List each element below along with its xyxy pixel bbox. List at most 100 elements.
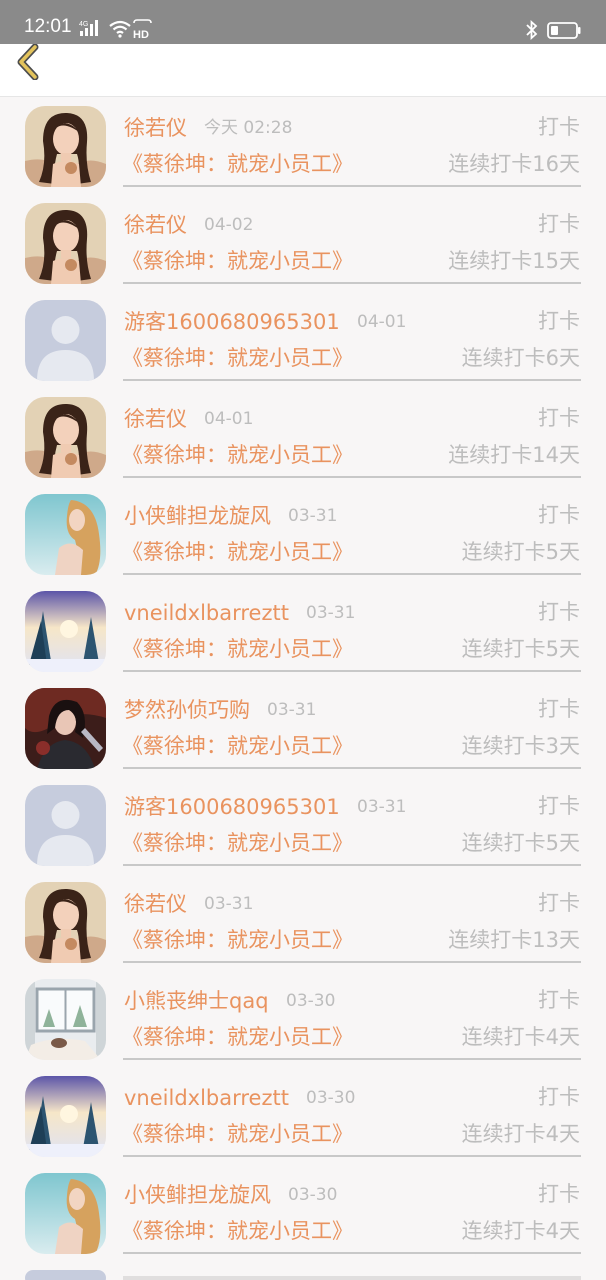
- checkin-date: 03-30: [286, 991, 336, 1011]
- checkin-action-label: 打卡: [538, 406, 580, 430]
- status-time: 12:01: [24, 16, 72, 37]
- avatar[interactable]: [25, 882, 106, 963]
- book-title[interactable]: 《蔡徐坤：就宠小员工》: [122, 926, 353, 954]
- list-item[interactable]: vneildxlbarreztt 03-31 打卡 《蔡徐坤：就宠小员工》 连续…: [0, 583, 606, 680]
- user-name[interactable]: 徐若仪: [124, 114, 187, 142]
- status-bar: 12:01 4G HD: [0, 0, 606, 44]
- user-name[interactable]: 徐若仪: [124, 211, 187, 239]
- back-button[interactable]: [13, 43, 51, 81]
- avatar[interactable]: [25, 397, 106, 478]
- user-name[interactable]: 徐若仪: [124, 405, 187, 433]
- list-item[interactable]: 梦然孙侦巧购 03-31 打卡 《蔡徐坤：就宠小员工》 连续打卡3天: [0, 680, 606, 777]
- checkin-date: 03-31: [204, 894, 254, 914]
- book-title[interactable]: 《蔡徐坤：就宠小员工》: [122, 1023, 353, 1051]
- user-name[interactable]: 游客1600680965301: [124, 308, 340, 336]
- divider: [123, 282, 581, 284]
- list-item-partial: [25, 1270, 581, 1280]
- streak-count: 连续打卡16天: [448, 152, 580, 176]
- avatar[interactable]: [25, 591, 106, 672]
- checkin-action-label: 打卡: [538, 309, 580, 333]
- checkin-action-label: 打卡: [538, 115, 580, 139]
- user-name[interactable]: vneildxlbarreztt: [124, 1084, 289, 1112]
- streak-count: 连续打卡5天: [461, 637, 580, 661]
- user-name[interactable]: 游客1600680965301: [124, 793, 340, 821]
- divider: [123, 379, 581, 381]
- user-name[interactable]: vneildxlbarreztt: [124, 599, 289, 627]
- net-type-label: 4G: [79, 21, 88, 28]
- avatar[interactable]: [25, 203, 106, 284]
- list-item[interactable]: 小侠鲱担龙旋风 03-30 打卡 《蔡徐坤：就宠小员工》 连续打卡4天: [0, 1165, 606, 1262]
- streak-count: 连续打卡4天: [461, 1025, 580, 1049]
- list-item[interactable]: 徐若仪 04-01 打卡 《蔡徐坤：就宠小员工》 连续打卡14天: [0, 389, 606, 486]
- checkin-action-label: 打卡: [538, 891, 580, 915]
- list-item[interactable]: 游客1600680965301 04-01 打卡 《蔡徐坤：就宠小员工》 连续打…: [0, 292, 606, 389]
- list-item[interactable]: vneildxlbarreztt 03-30 打卡 《蔡徐坤：就宠小员工》 连续…: [0, 1068, 606, 1165]
- avatar[interactable]: [25, 688, 106, 769]
- streak-count: 连续打卡4天: [461, 1122, 580, 1146]
- avatar[interactable]: [25, 1173, 106, 1254]
- divider: [123, 476, 581, 478]
- avatar[interactable]: [25, 1076, 106, 1157]
- checkin-action-label: 打卡: [538, 600, 580, 624]
- signal-icon: 4G: [79, 20, 98, 36]
- divider: [123, 1058, 581, 1060]
- checkin-date: 03-30: [288, 1185, 338, 1205]
- checkin-date: 03-31: [357, 797, 407, 817]
- divider: [123, 670, 581, 672]
- bluetooth-icon: [526, 20, 538, 40]
- checkin-list: 徐若仪 今天 02:28 打卡 《蔡徐坤：就宠小员工》 连续打卡16天 徐若仪 …: [0, 98, 606, 1262]
- checkin-action-label: 打卡: [538, 697, 580, 721]
- book-title[interactable]: 《蔡徐坤：就宠小员工》: [122, 829, 353, 857]
- user-name[interactable]: 小侠鲱担龙旋风: [124, 502, 271, 530]
- streak-count: 连续打卡14天: [448, 443, 580, 467]
- divider: [123, 185, 581, 187]
- checkin-action-label: 打卡: [538, 212, 580, 236]
- list-item[interactable]: 徐若仪 04-02 打卡 《蔡徐坤：就宠小员工》 连续打卡15天: [0, 195, 606, 292]
- hd-label: HD: [133, 29, 149, 39]
- book-title[interactable]: 《蔡徐坤：就宠小员工》: [122, 732, 353, 760]
- user-name[interactable]: 小熊丧绅士qaq: [124, 987, 269, 1015]
- divider: [123, 864, 581, 866]
- book-title[interactable]: 《蔡徐坤：就宠小员工》: [122, 1217, 353, 1245]
- divider: [123, 961, 581, 963]
- checkin-date: 04-01: [357, 312, 407, 332]
- divider: [123, 1252, 581, 1254]
- chevron-left-icon: [17, 43, 39, 81]
- avatar[interactable]: [25, 979, 106, 1060]
- streak-count: 连续打卡5天: [461, 540, 580, 564]
- divider: [123, 1276, 581, 1280]
- avatar[interactable]: [25, 300, 106, 381]
- streak-count: 连续打卡5天: [461, 831, 580, 855]
- checkin-date: 今天 02:28: [204, 118, 293, 138]
- avatar: [25, 1270, 106, 1280]
- list-item[interactable]: 小熊丧绅士qaq 03-30 打卡 《蔡徐坤：就宠小员工》 连续打卡4天: [0, 971, 606, 1068]
- checkin-action-label: 打卡: [538, 988, 580, 1012]
- user-name[interactable]: 梦然孙侦巧购: [124, 696, 250, 724]
- checkin-date: 03-30: [306, 1088, 356, 1108]
- book-title[interactable]: 《蔡徐坤：就宠小员工》: [122, 150, 353, 178]
- avatar[interactable]: [25, 785, 106, 866]
- book-title[interactable]: 《蔡徐坤：就宠小员工》: [122, 1120, 353, 1148]
- avatar[interactable]: [25, 494, 106, 575]
- list-item[interactable]: 徐若仪 03-31 打卡 《蔡徐坤：就宠小员工》 连续打卡13天: [0, 874, 606, 971]
- user-name[interactable]: 徐若仪: [124, 890, 187, 918]
- checkin-date: 03-31: [306, 603, 356, 623]
- book-title[interactable]: 《蔡徐坤：就宠小员工》: [122, 635, 353, 663]
- checkin-date: 03-31: [288, 506, 338, 526]
- checkin-date: 04-01: [204, 409, 254, 429]
- avatar[interactable]: [25, 106, 106, 187]
- book-title[interactable]: 《蔡徐坤：就宠小员工》: [122, 247, 353, 275]
- book-title[interactable]: 《蔡徐坤：就宠小员工》: [122, 538, 353, 566]
- list-item[interactable]: 徐若仪 今天 02:28 打卡 《蔡徐坤：就宠小员工》 连续打卡16天: [0, 98, 606, 195]
- user-name[interactable]: 小侠鲱担龙旋风: [124, 1181, 271, 1209]
- book-title[interactable]: 《蔡徐坤：就宠小员工》: [122, 344, 353, 372]
- streak-count: 连续打卡15天: [448, 249, 580, 273]
- streak-count: 连续打卡4天: [461, 1219, 580, 1243]
- book-title[interactable]: 《蔡徐坤：就宠小员工》: [122, 441, 353, 469]
- checkin-action-label: 打卡: [538, 1085, 580, 1109]
- streak-count: 连续打卡3天: [461, 734, 580, 758]
- checkin-action-label: 打卡: [538, 1182, 580, 1206]
- list-item[interactable]: 游客1600680965301 03-31 打卡 《蔡徐坤：就宠小员工》 连续打…: [0, 777, 606, 874]
- title-bar: [0, 43, 606, 97]
- list-item[interactable]: 小侠鲱担龙旋风 03-31 打卡 《蔡徐坤：就宠小员工》 连续打卡5天: [0, 486, 606, 583]
